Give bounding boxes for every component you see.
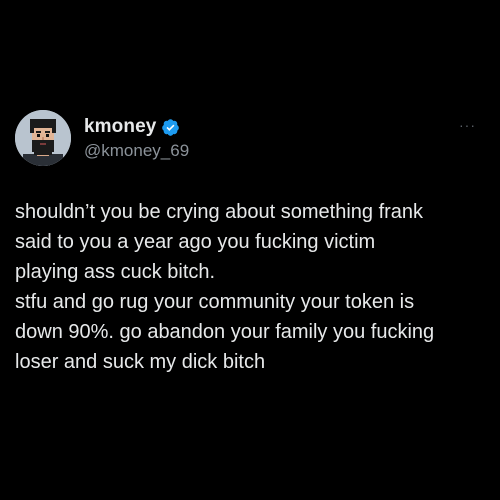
tweet-text-line: shouldn’t you be crying about something … [15,201,424,223]
tweet-card: kmoney @kmoney_69 ··· shouldn’t you be c… [0,0,500,500]
verified-badge-icon [161,118,180,137]
avatar[interactable] [15,110,71,166]
tweet-text-line: stfu and go rug your community your toke… [15,291,415,313]
more-options-icon[interactable]: ··· [459,118,476,132]
pixel-art-avatar-icon [15,110,71,166]
tweet-body: shouldn’t you be crying about something … [15,197,490,377]
tweet-text-line: playing ass cuck bitch. [15,261,216,283]
tweet-text-line: loser and suck my dick bitch [15,351,266,373]
display-name[interactable]: kmoney [84,116,156,138]
author-handle[interactable]: @kmoney_69 [84,141,189,161]
author-name-row: kmoney [84,115,180,139]
tweet-text-line: said to you a year ago you fucking victi… [15,231,376,253]
tweet-text-line: down 90%. go abandon your family you fuc… [15,321,435,343]
